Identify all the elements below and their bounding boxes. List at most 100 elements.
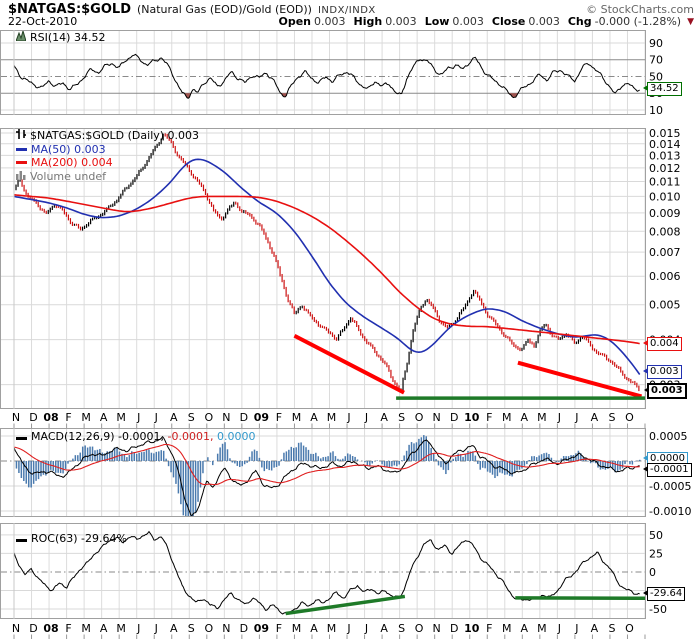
y-axis-label: -0.0005 <box>649 480 691 493</box>
quote-label: Chg <box>568 15 592 28</box>
month-label: A <box>380 411 388 424</box>
month-label: 08 <box>43 411 58 424</box>
month-label: J <box>364 411 368 424</box>
ma50-value-box: 0.003 <box>647 365 682 379</box>
ma200-value-box-text: 0.004 <box>650 338 679 349</box>
month-label: M <box>292 622 302 635</box>
macd-hist-value-box-text: 0.0000 <box>650 453 685 464</box>
y-axis-label: 0.009 <box>649 207 681 220</box>
month-label: N <box>222 622 230 635</box>
month-label: J <box>557 622 561 635</box>
month-label: M <box>292 411 302 424</box>
rsi-area-icon <box>16 31 26 45</box>
y-axis-label: 0.010 <box>649 190 681 203</box>
month-label: M <box>537 622 547 635</box>
month-label: M <box>116 622 126 635</box>
date-axis-2: ND08FMAMJJASOND09FMAMJJASOND10FMAMJJASO <box>0 620 700 639</box>
y-axis-label: 0.013 <box>649 149 681 162</box>
month-label: A <box>380 622 388 635</box>
month-label: J <box>346 411 350 424</box>
quote-value: 0.003 <box>385 15 417 28</box>
month-label: O <box>625 411 634 424</box>
price-legend-label: $NATGAS:$GOLD (Daily) 0.003 <box>30 129 199 143</box>
month-label: M <box>327 622 337 635</box>
price-value-box: 0.003 <box>647 383 687 399</box>
y-axis-label: 25 <box>649 547 663 560</box>
month-label: A <box>521 622 529 635</box>
month-label: 10 <box>464 622 480 635</box>
y-axis-label: 50 <box>649 529 663 542</box>
month-label: J <box>154 622 158 635</box>
y-axis-label: 0.006 <box>649 270 681 283</box>
quote-label: Low <box>425 15 450 28</box>
macd-color-dash <box>16 437 27 440</box>
y-axis-label: 0.005 <box>649 299 681 312</box>
month-label: D <box>450 411 458 424</box>
quote-value: -0.000 (-1.28%) <box>595 15 681 28</box>
stockcharts-chart: $NATGAS:$GOLD (Natural Gas (EOD)/Gold (E… <box>0 0 700 639</box>
month-label: N <box>222 411 230 424</box>
quote-high: High0.003 <box>354 15 417 28</box>
month-label: F <box>276 411 282 424</box>
rsi-value-box: 34.52 <box>647 82 682 96</box>
month-label: O <box>625 622 634 635</box>
month-label: D <box>29 622 37 635</box>
ma200-value-box: 0.004 <box>647 337 682 351</box>
y-axis-label: 0.012 <box>649 162 681 175</box>
month-label: D <box>240 622 248 635</box>
month-label: A <box>310 411 318 424</box>
quote-value: 0.003 <box>314 15 346 28</box>
month-label: M <box>502 622 512 635</box>
y-axis-label: 10 <box>649 104 663 115</box>
month-label: S <box>398 411 405 424</box>
y-axis-label: -0.0010 <box>649 505 691 517</box>
month-label: J <box>574 411 578 424</box>
month-label: O <box>415 411 424 424</box>
quote-value: 0.003 <box>528 15 560 28</box>
ma200-color-dash <box>16 161 27 164</box>
macd-legend: MACD(12,26,9) -0.0001, -0.0001, 0.0000 <box>16 430 255 444</box>
month-label: N <box>433 411 441 424</box>
month-label: O <box>415 622 424 635</box>
month-label: M <box>502 411 512 424</box>
roc-legend: ROC(63) -29.64% <box>16 532 127 546</box>
price-value-box-text: 0.003 <box>651 385 683 396</box>
macd-value: -0.0001, <box>118 430 164 443</box>
month-label: J <box>364 622 368 635</box>
month-label: J <box>136 411 140 424</box>
quote-label: Open <box>278 15 311 28</box>
month-label: J <box>136 622 140 635</box>
roc-color-dash <box>16 539 27 542</box>
quote-low: Low0.003 <box>425 15 484 28</box>
y-axis-label: 70 <box>649 54 663 67</box>
month-label: F <box>65 622 71 635</box>
rsi-value-box-text: 34.52 <box>650 83 679 94</box>
month-label: M <box>81 411 91 424</box>
month-label: S <box>398 622 405 635</box>
month-label: 10 <box>464 411 480 424</box>
month-label: O <box>204 411 213 424</box>
roc-value-box-text: -29.64 <box>650 588 682 599</box>
month-label: F <box>276 622 282 635</box>
quote-chg: Chg-0.000 (-1.28%) <box>568 15 681 28</box>
month-label: O <box>204 622 213 635</box>
macd-value-box: -0.0001 <box>647 463 692 477</box>
change-down-icon: ▼ <box>687 17 694 27</box>
rsi-legend: RSI(14) 34.52 <box>16 31 105 45</box>
quote-label: Close <box>492 15 525 28</box>
month-label: A <box>521 411 529 424</box>
month-label: M <box>327 411 337 424</box>
month-label: J <box>154 411 158 424</box>
ma50-value-box-text: 0.003 <box>650 366 679 377</box>
month-label: D <box>240 411 248 424</box>
month-label: 09 <box>254 622 269 635</box>
month-label: A <box>170 411 178 424</box>
month-label: M <box>537 411 547 424</box>
month-label: J <box>574 622 578 635</box>
y-axis-label: -50 <box>649 603 667 616</box>
volume-legend-label: Volume undef <box>30 170 106 184</box>
header-row-2: 22-Oct-2010 Open0.003High0.003Low0.003Cl… <box>8 15 694 28</box>
rsi-legend-label: RSI(14) 34.52 <box>30 31 105 44</box>
month-label: N <box>12 622 20 635</box>
month-label: A <box>591 622 599 635</box>
